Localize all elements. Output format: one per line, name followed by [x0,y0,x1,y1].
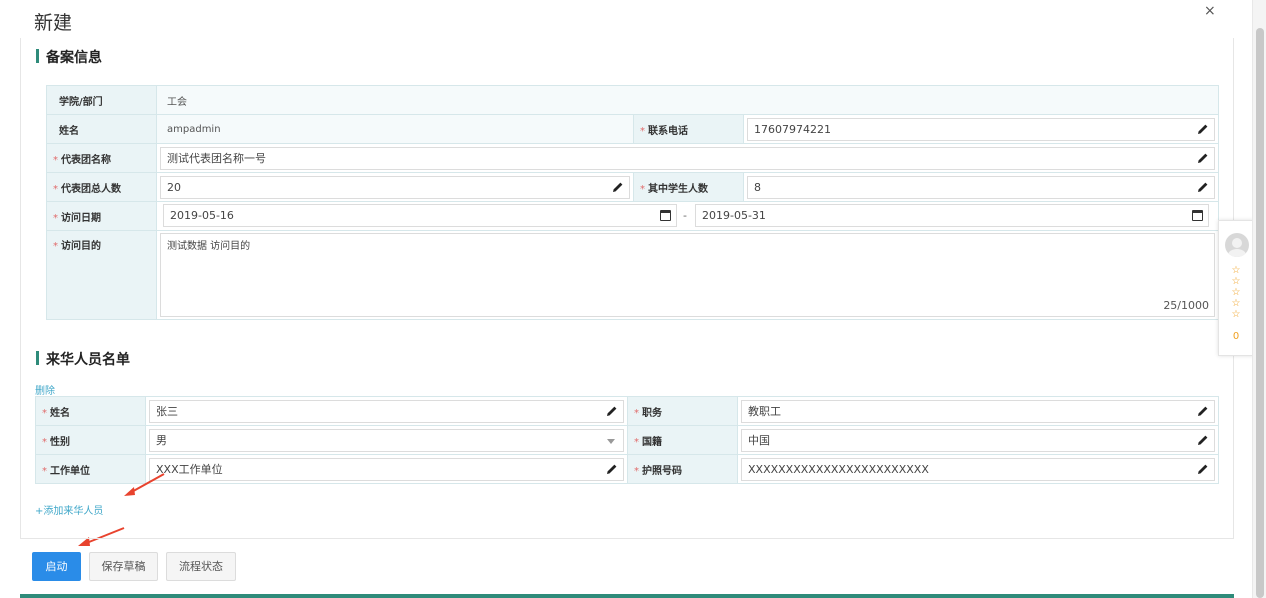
position-label: * 职务 [627,396,738,426]
add-visitor-link[interactable]: +添加来华人员 [35,502,103,517]
purpose-textarea[interactable]: 测试数据 访问目的 25/1000 [160,233,1216,317]
nationality-input[interactable]: 中国 [741,428,1215,452]
total-input[interactable]: 20 [160,175,630,199]
phone-input[interactable]: 17607974221 [747,117,1216,141]
nationality-label: * 国籍 [627,425,738,455]
name-label: 姓名 [46,114,157,144]
rating-stars[interactable]: ☆ ☆ ☆ ☆ ☆ [1219,265,1253,320]
char-counter: 25/1000 [1163,299,1210,312]
filing-table: 学院/部门 工会 姓名 ampadmin * 联系电话 17607974221 *… [46,85,1220,320]
edit-icon [1198,124,1208,134]
visitor-name-label: * 姓名 [35,396,146,426]
students-label: * 其中学生人数 [633,172,744,202]
dept-label: 学院/部门 [46,85,157,115]
phone-label: * 联系电话 [633,114,744,144]
passport-label: * 护照号码 [627,454,738,484]
gender-label: * 性别 [35,425,146,455]
edit-icon [1198,435,1208,445]
rating-count: 0 [1232,331,1240,342]
dropdown-icon [607,438,615,444]
date-label: * 访问日期 [46,201,157,231]
total-label: * 代表团总人数 [46,172,157,202]
scrollbar[interactable] [1252,0,1266,598]
close-icon[interactable]: × [1204,3,1216,19]
delegation-label: * 代表团名称 [46,143,157,173]
save-draft-button[interactable]: 保存草稿 [89,552,158,581]
gender-select[interactable]: 男 [149,428,624,452]
delegation-input[interactable]: 测试代表团名称一号 [160,146,1216,170]
flow-status-button[interactable]: 流程状态 [166,552,236,581]
star-icon[interactable]: ☆ [1219,265,1253,276]
visitors-section-title: 来华人员名单 [36,349,130,369]
avatar-icon[interactable] [1225,233,1249,257]
date-separator: - [683,209,687,222]
edit-icon [1198,182,1208,192]
edit-icon [1198,153,1208,163]
filing-section-title: 备案信息 [36,47,102,67]
students-input[interactable]: 8 [747,175,1216,199]
employer-input[interactable]: XXX工作单位 [149,457,624,481]
delete-link[interactable]: 删除 [35,382,55,397]
star-icon[interactable]: ☆ [1219,287,1253,298]
annotation-arrow [124,473,165,496]
purpose-label: * 访问目的 [46,230,157,320]
visitor-name-input[interactable]: 张三 [149,399,624,423]
calendar-icon[interactable] [660,210,671,221]
end-date-input[interactable]: 2019-05-31 [695,204,1209,227]
passport-input[interactable]: XXXXXXXXXXXXXXXXXXXXXXXX [741,457,1215,481]
edit-icon [1198,406,1208,416]
annotation-arrow [78,527,125,546]
dept-value: 工会 [155,85,1220,115]
visitors-table: * 姓名 张三 * 职务 教职工 * 性别 男 * 国籍 中国 * 工作单位 XXX工作单… [35,396,1219,484]
side-rating-widget[interactable]: ☆ ☆ ☆ ☆ ☆ 0 [1218,220,1254,356]
name-value: ampadmin [156,114,634,144]
start-button[interactable]: 启动 [32,552,81,581]
start-date-input[interactable]: 2019-05-16 [163,204,677,227]
edit-icon [607,464,617,474]
calendar-icon[interactable] [1192,210,1203,221]
star-icon[interactable]: ☆ [1219,309,1253,320]
bottom-accent-bar [20,594,1234,598]
edit-icon [613,182,623,192]
scrollbar-thumb[interactable] [1256,28,1264,598]
dialog-title: 新建 [34,12,73,34]
star-icon[interactable]: ☆ [1219,298,1253,309]
footer-divider [20,538,1234,539]
star-icon[interactable]: ☆ [1219,276,1253,287]
edit-icon [607,406,617,416]
edit-icon [1198,464,1208,474]
position-input[interactable]: 教职工 [741,399,1215,423]
